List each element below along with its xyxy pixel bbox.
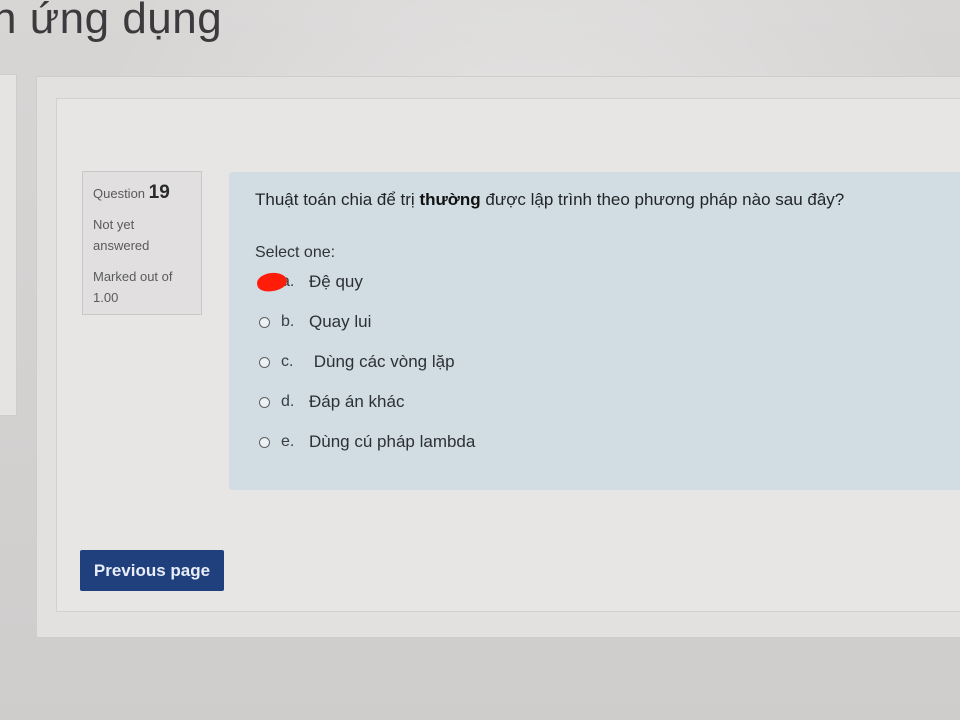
question-number: Question 19: [93, 182, 191, 204]
answer-option-a[interactable]: a. Đệ quy: [255, 270, 599, 294]
option-text: Đáp án khác: [309, 392, 405, 411]
question-info-box: Question 19 Not yet answered Marked out …: [82, 171, 202, 315]
question-text-emphasis: thường: [419, 190, 481, 209]
option-letter: c.: [281, 353, 294, 370]
option-letter: e.: [281, 433, 295, 450]
answer-option-e[interactable]: e. Dùng cú pháp lambda: [259, 430, 599, 454]
answer-option-b[interactable]: b. Quay lui: [259, 310, 599, 334]
question-number-label: Question: [93, 186, 146, 201]
option-letter: d.: [281, 393, 295, 410]
answer-prompt: Select one:: [255, 244, 336, 261]
question-text-part: được lập trình theo phương pháp nào sau …: [480, 190, 845, 209]
side-drawer-edge: [0, 74, 17, 416]
radio-button[interactable]: [259, 316, 270, 328]
answer-option-d[interactable]: d. Đáp án khác: [259, 390, 599, 414]
question-text: Thuật toán chia để trị thường được lập t…: [255, 190, 844, 210]
option-text: Đệ quy: [309, 272, 363, 291]
option-text: Dùng các vòng lặp: [309, 352, 455, 371]
page-title: n ứng dụng: [0, 0, 223, 43]
question-state: Not yet answered: [93, 217, 150, 253]
option-text: Quay lui: [309, 312, 372, 331]
question-number-value: 19: [148, 182, 170, 203]
answer-option-c[interactable]: c. Dùng các vòng lặp: [259, 350, 599, 374]
radio-button[interactable]: [259, 356, 270, 368]
question-text-part: Thuật toán chia để trị: [255, 190, 420, 209]
question-grade: Marked out of 1.00: [93, 269, 173, 305]
question-content: Thuật toán chia để trị thường được lập t…: [229, 172, 960, 490]
option-text: Dùng cú pháp lambda: [309, 432, 476, 451]
radio-button[interactable]: [259, 396, 270, 408]
option-letter: b.: [281, 313, 295, 330]
previous-page-button[interactable]: Previous page: [80, 550, 224, 591]
radio-button[interactable]: [259, 436, 270, 448]
